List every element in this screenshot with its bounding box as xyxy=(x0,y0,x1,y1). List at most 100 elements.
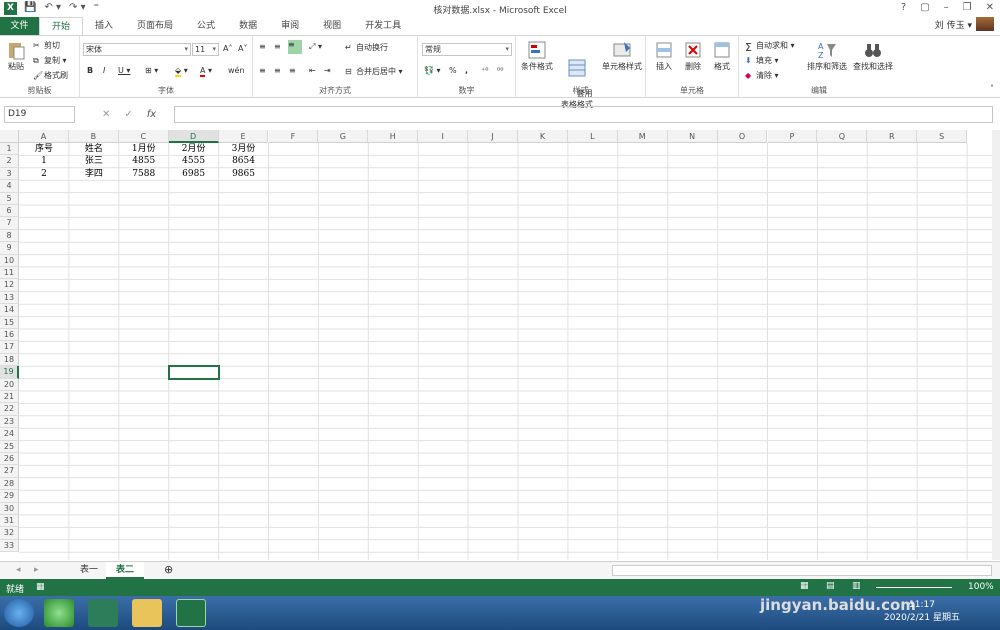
table-cell[interactable]: 1 xyxy=(19,155,69,167)
column-header-i[interactable]: I xyxy=(418,130,469,143)
user-account[interactable]: 刘 传玉 ▾ xyxy=(935,17,994,31)
column-header-r[interactable]: R xyxy=(867,130,918,143)
formula-input[interactable] xyxy=(174,106,993,123)
borders-button[interactable]: ⊞ ▾ xyxy=(145,66,158,75)
cut-button[interactable]: ✂ 剪切 xyxy=(33,40,60,51)
select-all-corner[interactable] xyxy=(0,130,19,143)
insert-cells-button[interactable]: 插入 xyxy=(651,40,677,72)
row-header-16[interactable]: 16 xyxy=(0,329,19,342)
column-header-o[interactable]: O xyxy=(717,130,768,143)
ribbon-display-button[interactable]: ▢ xyxy=(920,2,929,13)
table-cell[interactable]: 张三 xyxy=(69,155,119,167)
table-header-cell[interactable]: 姓名 xyxy=(69,143,119,155)
tab-page-layout[interactable]: 页面布局 xyxy=(125,17,185,35)
row-header-5[interactable]: 5 xyxy=(0,192,19,205)
minimize-button[interactable]: – xyxy=(944,2,949,13)
row-header-9[interactable]: 9 xyxy=(0,242,19,255)
tab-data[interactable]: 数据 xyxy=(227,17,269,35)
column-header-b[interactable]: B xyxy=(68,130,119,143)
row-header-8[interactable]: 8 xyxy=(0,229,19,243)
conditional-format-button[interactable]: 条件格式 xyxy=(519,40,555,72)
tab-home[interactable]: 开始 xyxy=(39,17,84,36)
row-header-24[interactable]: 24 xyxy=(0,428,19,441)
decrease-indent-button[interactable]: ⇤ xyxy=(309,66,316,75)
cell-styles-button[interactable]: 单元格样式 xyxy=(600,40,644,72)
table-header-cell[interactable]: 3月份 xyxy=(219,143,269,155)
horizontal-scrollbar[interactable] xyxy=(612,565,992,576)
wrap-text-button[interactable]: ↵ 自动换行 xyxy=(345,42,388,53)
table-cell[interactable]: 4555 xyxy=(169,155,219,167)
sheet-tab-1[interactable]: 表一 xyxy=(70,562,108,579)
page-break-view-icon[interactable]: ▥ xyxy=(852,581,861,591)
tab-file[interactable]: 文件 xyxy=(0,17,39,35)
row-header-4[interactable]: 4 xyxy=(0,180,19,193)
tab-view[interactable]: 视图 xyxy=(311,17,353,35)
row-header-25[interactable]: 25 xyxy=(0,440,19,453)
row-header-2[interactable]: 2 xyxy=(0,155,19,168)
row-header-33[interactable]: 33 xyxy=(0,539,19,553)
help-button[interactable]: ? xyxy=(901,2,906,13)
column-header-n[interactable]: N xyxy=(667,130,718,143)
table-header-cell[interactable]: 序号 xyxy=(19,143,69,155)
align-left-button[interactable]: ≡ xyxy=(259,66,266,75)
column-header-h[interactable]: H xyxy=(368,130,419,143)
zoom-level[interactable]: 100% xyxy=(968,582,994,592)
row-header-26[interactable]: 26 xyxy=(0,453,19,466)
font-size-select[interactable]: 11 xyxy=(192,43,219,56)
row-header-29[interactable]: 29 xyxy=(0,490,19,503)
increase-indent-button[interactable]: ⇥ xyxy=(324,66,331,75)
table-header-cell[interactable]: 1月份 xyxy=(119,143,169,155)
align-center-button[interactable]: ≡ xyxy=(274,66,281,75)
comma-button[interactable]: , xyxy=(465,66,468,75)
column-header-k[interactable]: K xyxy=(518,130,568,143)
row-header-6[interactable]: 6 xyxy=(0,205,19,218)
increase-decimal-button[interactable]: ⁺⁰ xyxy=(481,66,488,75)
row-header-18[interactable]: 18 xyxy=(0,353,19,367)
row-header-11[interactable]: 11 xyxy=(0,267,19,280)
row-header-13[interactable]: 13 xyxy=(0,291,19,305)
fill-button[interactable]: ⬇ 填充 ▾ xyxy=(745,55,779,66)
column-header-f[interactable]: F xyxy=(268,130,319,143)
row-header-21[interactable]: 21 xyxy=(0,391,19,404)
table-cell[interactable]: 李四 xyxy=(69,168,119,180)
tab-formulas[interactable]: 公式 xyxy=(185,17,227,35)
column-header-p[interactable]: P xyxy=(767,130,818,143)
name-box[interactable]: D19 xyxy=(4,106,75,123)
table-header-cell[interactable]: 2月份 xyxy=(169,143,219,155)
row-header-1[interactable]: 1 xyxy=(0,143,19,156)
percent-button[interactable]: % xyxy=(449,66,457,75)
column-header-a[interactable]: A xyxy=(19,130,69,143)
column-header-d[interactable]: D xyxy=(168,130,219,143)
delete-cells-button[interactable]: 删除 xyxy=(680,40,706,72)
table-cell[interactable]: 8654 xyxy=(219,155,269,167)
grow-font-button[interactable]: A˄ xyxy=(223,44,232,53)
column-header-m[interactable]: M xyxy=(617,130,668,143)
fill-color-button[interactable]: ⬙ ▾ xyxy=(175,66,188,77)
page-layout-view-icon[interactable]: ▤ xyxy=(826,581,835,591)
row-header-17[interactable]: 17 xyxy=(0,341,19,354)
italic-button[interactable]: I xyxy=(103,66,105,75)
active-cell-selection[interactable] xyxy=(167,365,220,380)
column-header-l[interactable]: L xyxy=(567,130,618,143)
orientation-button[interactable]: ⤢ ▾ xyxy=(309,42,322,52)
font-color-button[interactable]: A ▾ xyxy=(200,66,212,77)
accounting-format-button[interactable]: 💱 ▾ xyxy=(424,66,441,75)
spreadsheet-grid[interactable]: ABCDEFGHIJKLMNOPQRS 1 2 3 4 5 6 7 8 9 10 11 12 13 14 1… xyxy=(0,130,996,560)
phonetic-button[interactable]: wén xyxy=(228,66,245,75)
table-cell[interactable]: 7588 xyxy=(119,168,169,180)
cancel-icon[interactable]: ✕ xyxy=(102,109,110,120)
merge-center-button[interactable]: ⊟ 合并后居中 ▾ xyxy=(345,66,403,77)
macro-record-icon[interactable]: ▦ xyxy=(36,582,45,592)
font-name-select[interactable]: 宋体 xyxy=(83,43,191,56)
row-header-14[interactable]: 14 xyxy=(0,304,19,317)
table-cell[interactable]: 9865 xyxy=(219,168,269,180)
row-header-3[interactable]: 3 xyxy=(0,167,19,181)
tab-developer[interactable]: 开发工具 xyxy=(353,17,413,35)
shrink-font-button[interactable]: A˅ xyxy=(238,44,247,53)
column-header-e[interactable]: E xyxy=(218,130,269,143)
align-top-button[interactable]: ≡ xyxy=(259,42,266,51)
format-cells-button[interactable]: 格式 xyxy=(709,40,735,72)
autosum-button[interactable]: Σ 自动求和 ▾ xyxy=(745,40,795,54)
format-painter-button[interactable]: 🖌格式刷 xyxy=(33,70,68,81)
row-header-15[interactable]: 15 xyxy=(0,316,19,329)
